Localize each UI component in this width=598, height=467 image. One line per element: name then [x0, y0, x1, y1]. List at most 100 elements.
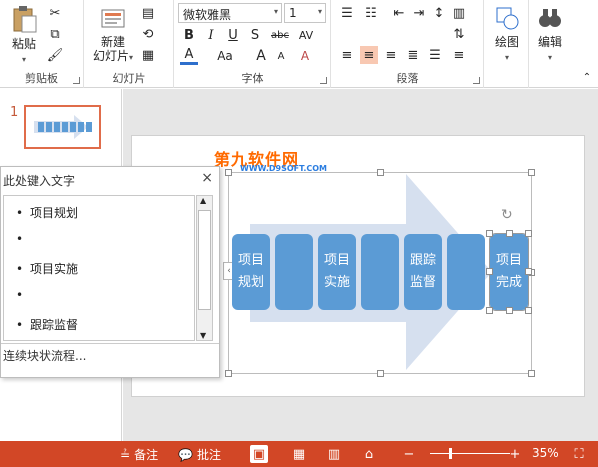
slideshow-icon[interactable]: ⌂ — [360, 445, 378, 463]
drawing-button[interactable]: 绘图 ▾ — [489, 4, 525, 65]
list-item[interactable]: • 跟踪监督 — [16, 316, 78, 333]
text-pane-title: 此处键入文字 — [3, 174, 76, 188]
italic-button[interactable]: I — [202, 26, 220, 44]
paste-button[interactable]: 粘贴 ▾ — [6, 4, 42, 67]
shapes-icon — [496, 7, 519, 30]
box-handle[interactable] — [525, 268, 532, 275]
text-pane-scrollbar[interactable]: ▲ ▼ — [196, 195, 213, 341]
resize-handle-bl[interactable] — [225, 370, 232, 377]
strikethrough-button[interactable]: abc — [268, 26, 292, 44]
list-item[interactable]: • — [16, 288, 30, 302]
thumbnail-preview — [34, 115, 92, 139]
box-handle[interactable] — [525, 307, 532, 314]
smartart-box[interactable] — [275, 234, 313, 310]
paste-icon — [13, 6, 37, 33]
font-size-select[interactable]: 1 ▾ — [284, 3, 326, 23]
comments-button[interactable]: 💬 批注 — [178, 446, 221, 463]
slide-thumbnail[interactable] — [24, 105, 101, 149]
zoom-slider-thumb[interactable] — [449, 448, 452, 459]
smartart-box[interactable]: 项目 规划 — [232, 234, 270, 310]
clipboard-launcher-icon[interactable] — [73, 77, 80, 84]
align-center-icon[interactable]: ≡ — [360, 46, 378, 64]
list-item[interactable]: • 项目规划 — [16, 204, 78, 221]
smartart-box[interactable] — [447, 234, 485, 310]
notes-button[interactable]: ≟ 备注 — [120, 446, 158, 463]
box-handle[interactable] — [486, 230, 493, 237]
smartart-box[interactable]: 跟踪 监督 — [404, 234, 442, 310]
decrease-indent-icon[interactable]: ⇤ — [390, 4, 408, 22]
slide-sorter-icon[interactable]: ▦ — [290, 445, 308, 463]
scroll-thumb[interactable] — [198, 210, 211, 310]
grow-font-button[interactable]: A — [252, 47, 270, 65]
shadow-button[interactable]: S — [246, 26, 264, 44]
box-handle[interactable] — [506, 230, 513, 237]
fit-to-window-icon[interactable]: ⛶ — [570, 445, 588, 463]
smartart-box[interactable]: 项目 实施 — [318, 234, 356, 310]
zoom-slider[interactable] — [430, 453, 510, 454]
paragraph-launcher-icon[interactable] — [473, 77, 480, 84]
font-name-select[interactable]: 微软雅黑 ▾ — [178, 3, 282, 23]
distributed-icon[interactable]: ☰ — [426, 46, 444, 64]
box-handle[interactable] — [486, 307, 493, 314]
cut-icon[interactable]: ✂ — [46, 4, 64, 22]
bold-button[interactable]: B — [180, 26, 198, 44]
align-right-icon[interactable]: ≡ — [382, 46, 400, 64]
align-left-icon[interactable]: ≡ — [338, 46, 356, 64]
close-icon[interactable]: × — [201, 170, 213, 186]
resize-handle-br[interactable] — [528, 370, 535, 377]
binoculars-icon — [539, 9, 561, 27]
text-direction-icon[interactable]: ⇅ — [450, 25, 468, 43]
box-handle[interactable] — [486, 268, 493, 275]
font-color-button[interactable]: A — [180, 47, 198, 65]
slides-group-label: 幻灯片 — [112, 72, 146, 85]
paragraph-group: ☰ ☷ ⇤ ⇥ ↕ ▥ ⇅ ≡ ≡ ≡ ≡ ≣ ☰ 段落 — [332, 0, 484, 88]
zoom-level[interactable]: 35% — [532, 446, 559, 460]
box-handle[interactable] — [525, 230, 532, 237]
list-item[interactable]: • 项目实施 — [16, 260, 78, 277]
smartart-box[interactable] — [361, 234, 399, 310]
layout-description-link[interactable]: 连续块状流程... — [3, 347, 86, 364]
resize-handle-tl[interactable] — [225, 169, 232, 176]
bullets-icon[interactable]: ☰ — [338, 4, 356, 22]
columns-icon[interactable]: ▥ — [450, 4, 468, 22]
shrink-font-button[interactable]: A — [272, 47, 290, 65]
reset-icon[interactable]: ⟲ — [139, 25, 157, 43]
drawing-group: 绘图 ▾ — [485, 0, 529, 88]
box-handle[interactable] — [506, 307, 513, 314]
list-item[interactable]: • — [16, 232, 30, 246]
align-text-icon[interactable]: ≡ — [450, 46, 468, 64]
paste-dropdown-icon[interactable]: ▾ — [22, 55, 26, 64]
reading-view-icon[interactable]: ▥ — [325, 445, 343, 463]
zoom-in-icon[interactable]: + — [506, 445, 524, 463]
text-pane-list[interactable]: • 项目规划 • • 项目实施 • • 跟踪监督 — [3, 195, 195, 341]
numbering-icon[interactable]: ☷ — [362, 4, 380, 22]
change-case-button[interactable]: Aa — [212, 47, 238, 65]
resize-handle-tr[interactable] — [528, 169, 535, 176]
scroll-down-icon[interactable]: ▼ — [200, 331, 206, 340]
smartart-box-selected[interactable]: 项目 完成 — [489, 233, 529, 311]
smartart-text-pane: 此处键入文字 × • 项目规划 • • 项目实施 • • 跟踪监督 ▲ ▼ 连续块状流… — [0, 166, 220, 378]
layout-icon[interactable]: ▤ — [139, 4, 157, 22]
resize-handle-bm[interactable] — [377, 370, 384, 377]
clear-format-button[interactable]: A — [296, 47, 314, 65]
editing-button[interactable]: 编辑 ▾ — [532, 4, 568, 65]
format-painter-icon[interactable]: 🖌 — [46, 46, 64, 64]
section-icon[interactable]: ▦ — [139, 46, 157, 64]
new-slide-button[interactable]: 新建 幻灯片▾ — [89, 4, 137, 65]
new-slide-icon — [101, 9, 125, 28]
underline-button[interactable]: U — [224, 26, 242, 44]
font-launcher-icon[interactable] — [320, 77, 327, 84]
char-spacing-button[interactable]: AV — [294, 26, 318, 44]
scroll-up-icon[interactable]: ▲ — [200, 196, 206, 205]
rotate-handle-icon[interactable]: ↻ — [501, 207, 513, 223]
increase-indent-icon[interactable]: ⇥ — [410, 4, 428, 22]
normal-view-icon[interactable]: ▣ — [250, 445, 268, 463]
collapse-ribbon-icon[interactable]: ⌃ — [578, 68, 596, 86]
zoom-out-icon[interactable]: − — [400, 445, 418, 463]
justify-icon[interactable]: ≣ — [404, 46, 422, 64]
resize-handle-tm[interactable] — [377, 169, 384, 176]
line-spacing-icon[interactable]: ↕ — [430, 4, 448, 22]
copy-icon[interactable]: ⧉ — [46, 25, 64, 43]
ribbon: 粘贴 ▾ ✂ ⧉ 🖌 剪贴板 新建 幻灯片▾ ▤ ⟲ ▦ 幻灯片 字体 微软雅黑… — [0, 0, 598, 88]
slide-number: 1 — [10, 105, 19, 120]
